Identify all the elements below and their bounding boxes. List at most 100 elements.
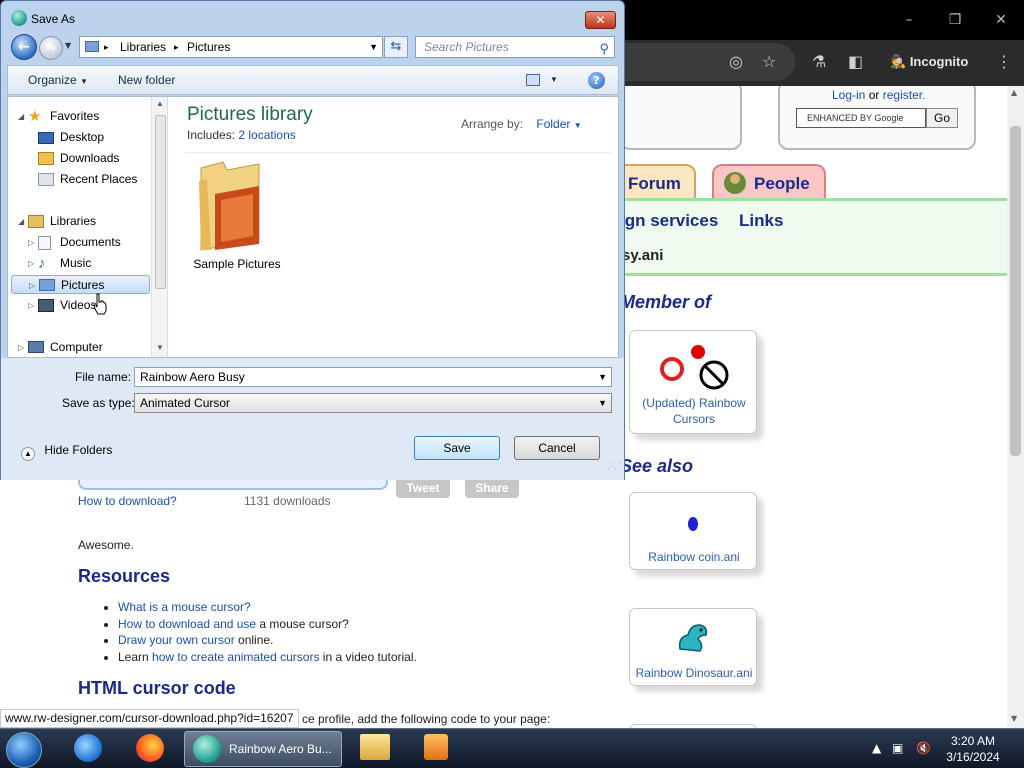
media-player-icon[interactable] <box>424 734 448 760</box>
hide-folders-button[interactable]: ▲ Hide Folders <box>21 443 112 461</box>
nav-pictures[interactable]: ▷ Pictures <box>11 275 150 294</box>
register-link[interactable]: register. <box>883 88 926 102</box>
share-button[interactable]: Share <box>465 478 519 498</box>
includes-locations-link[interactable]: 2 locations <box>238 128 295 142</box>
expand-arrow-icon[interactable]: ▷ <box>28 254 34 273</box>
nav-libraries[interactable]: ◢ Libraries <box>8 212 148 231</box>
save-type-select[interactable]: Animated Cursor ▼ <box>134 393 612 413</box>
animated-cursor-tutorial-link[interactable]: how to create animated cursors <box>152 650 319 664</box>
expand-arrow-icon[interactable]: ▷ <box>18 338 24 357</box>
tweet-button[interactable]: Tweet <box>396 478 450 498</box>
save-type-dropdown-icon[interactable]: ▼ <box>598 394 607 412</box>
dialog-search-input[interactable]: Search Pictures ⚲ <box>415 36 615 58</box>
member-card[interactable]: (Updated) Rainbow Cursors <box>629 330 757 434</box>
flask-icon[interactable]: ⚗ <box>812 52 826 72</box>
site-search-go-button[interactable]: Go <box>926 108 958 128</box>
chevron-down-icon: ▼ <box>573 121 582 130</box>
header-card <box>620 86 742 150</box>
start-button[interactable] <box>6 732 42 768</box>
organize-button[interactable]: Organize ▼ <box>28 66 88 96</box>
collapse-arrow-icon[interactable]: ◢ <box>18 107 24 126</box>
pictures-folder-icon <box>85 41 99 52</box>
network-icon[interactable]: ▣ <box>892 741 903 755</box>
recent-pages-dropdown-icon[interactable]: ▼ <box>65 41 71 50</box>
firefox-icon[interactable] <box>136 734 164 762</box>
expand-arrow-icon[interactable]: ▷ <box>28 233 34 252</box>
taskbar-clock[interactable]: 3:20 AM 3/16/2024 <box>944 733 1002 765</box>
incognito-indicator[interactable]: 🕵 Incognito <box>890 52 968 72</box>
resize-grip-icon[interactable]: ⋰⋰ <box>607 462 622 471</box>
how-to-download-link[interactable]: How to download? <box>78 494 177 508</box>
save-button[interactable]: Save <box>414 436 500 460</box>
file-name-dropdown-icon[interactable]: ▼ <box>598 368 607 386</box>
list-item: What is a mouse cursor? <box>118 599 417 616</box>
breadcrumb-libraries[interactable]: Libraries <box>120 37 166 57</box>
arrange-by-dropdown[interactable]: Folder ▼ <box>536 117 581 131</box>
list-item-text: Learn <box>118 649 153 664</box>
dialog-address-bar[interactable]: ▸ Libraries ▸ Pictures ▼ <box>79 36 383 58</box>
nav-documents[interactable]: ▷ Documents <box>8 233 148 252</box>
tab-people[interactable]: People <box>712 164 826 200</box>
taskbar-active-window[interactable]: Rainbow Aero Bu... <box>184 731 342 767</box>
new-folder-button[interactable]: New folder <box>118 66 175 94</box>
nav-music[interactable]: ▷ ♪ Music <box>8 254 148 273</box>
dialog-close-button[interactable]: ✕ <box>585 11 616 29</box>
list-item-text: online. <box>234 633 274 647</box>
side-panel-icon[interactable]: ◧ <box>848 52 863 72</box>
scroll-up-arrow-icon[interactable]: ▲ <box>1011 88 1017 97</box>
scroll-up-arrow-icon[interactable]: ▲ <box>156 99 164 108</box>
tray-expand-icon[interactable]: ▲ <box>872 741 881 755</box>
login-or: or <box>868 88 880 102</box>
page-scrollbar[interactable]: ▲ ▼ <box>1007 86 1024 728</box>
scroll-down-arrow-icon[interactable]: ▼ <box>156 343 164 352</box>
internet-explorer-icon[interactable] <box>74 734 102 762</box>
dinosaur-icon <box>678 624 708 652</box>
file-explorer-icon[interactable] <box>360 734 390 760</box>
browser-minimize-button[interactable]: – <box>886 8 932 32</box>
how-to-use-link[interactable]: How to download and use <box>118 617 256 631</box>
help-icon[interactable]: ? <box>588 72 605 89</box>
refresh-icon[interactable]: ⇆ <box>384 36 408 58</box>
nav-pane-scrollbar-thumb[interactable] <box>155 115 166 289</box>
address-dropdown-icon[interactable]: ▼ <box>369 37 378 57</box>
see-also-card-coin[interactable]: Rainbow coin.ani <box>629 492 757 570</box>
breadcrumb-pictures[interactable]: Pictures <box>187 37 230 57</box>
back-button[interactable]: ← <box>11 34 37 60</box>
eye-off-icon[interactable]: ◎ <box>729 52 743 72</box>
scroll-down-arrow-icon[interactable]: ▼ <box>1011 714 1017 723</box>
file-name-input[interactable]: Rainbow Aero Busy ▼ <box>134 367 612 387</box>
expand-arrow-icon[interactable]: ▷ <box>29 276 35 295</box>
login-link[interactable]: Log-in <box>832 88 865 102</box>
volume-muted-icon[interactable]: 🔇 <box>916 741 931 755</box>
view-dropdown-icon[interactable]: ▼ <box>550 66 558 94</box>
what-is-cursor-link[interactable]: What is a mouse cursor? <box>118 600 251 614</box>
browser-maximize-button[interactable]: ❐ <box>932 8 978 32</box>
browser-close-button[interactable]: ✕ <box>978 8 1024 32</box>
collapse-arrow-icon[interactable]: ◢ <box>18 212 24 231</box>
page-scrollbar-thumb[interactable] <box>1010 126 1021 456</box>
view-options-icon[interactable] <box>526 74 540 86</box>
nav-videos[interactable]: ▷ Videos <box>8 296 148 315</box>
menu-kebab-icon[interactable]: ⋮ <box>996 52 1012 72</box>
nav-desktop[interactable]: Desktop <box>8 128 148 147</box>
draw-cursor-link[interactable]: Draw your own cursor <box>118 633 235 647</box>
cancel-button[interactable]: Cancel <box>514 436 600 460</box>
nav-computer[interactable]: ▷ Computer <box>8 338 148 357</box>
nav-link-design-services[interactable]: ign services <box>620 211 718 230</box>
search-icon[interactable]: ⚲ <box>599 39 609 59</box>
nav-downloads[interactable]: Downloads <box>8 149 148 168</box>
content-divider <box>185 152 611 153</box>
expand-arrow-icon[interactable]: ▷ <box>28 296 34 315</box>
nav-pane-scrollbar[interactable]: ▲ ▼ <box>151 97 167 357</box>
nav-recent-places[interactable]: Recent Places <box>8 170 148 189</box>
see-also-card-dinosaur[interactable]: Rainbow Dinosaur.ani <box>629 608 757 686</box>
star-icon[interactable]: ☆ <box>762 52 776 72</box>
nav-downloads-label: Downloads <box>60 151 120 165</box>
nav-link-links[interactable]: Links <box>739 211 783 230</box>
site-search-input[interactable]: ENHANCED BY Google <box>796 108 926 128</box>
save-type-value: Animated Cursor <box>140 396 231 410</box>
forward-button[interactable]: → <box>39 36 63 60</box>
nav-favorites[interactable]: ◢ ★ Favorites <box>8 107 148 126</box>
save-type-label: Save as type: <box>62 396 135 410</box>
library-title: Pictures library <box>187 104 313 125</box>
